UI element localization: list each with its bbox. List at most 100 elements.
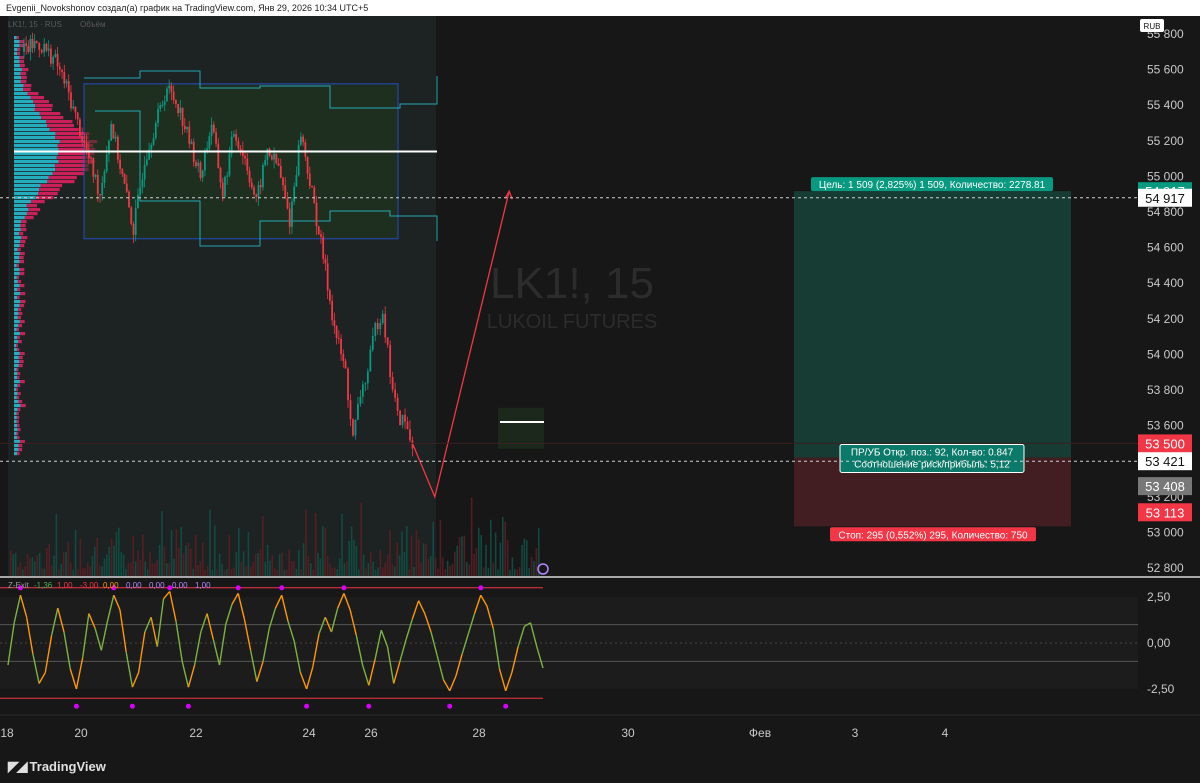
- profile-bar-sell: [46, 120, 73, 124]
- stop-label-text: Стоп: 295 (0,552%) 295, Количество: 750: [838, 530, 1028, 541]
- candle-body: [275, 153, 278, 164]
- candle-body: [116, 136, 119, 160]
- volume-bar: [394, 566, 396, 576]
- oscillator-signal-bottom: [503, 703, 509, 709]
- pnl-label-text: ПР/УБ Откр. поз.: 92, Кол-во: 0.847: [851, 447, 1014, 458]
- volume-bar: [379, 550, 382, 576]
- candle-body: [90, 157, 92, 159]
- candle-body: [92, 158, 95, 177]
- profile-bar-sell: [34, 108, 52, 112]
- candle-body: [293, 186, 296, 202]
- profile-bar-buy: [14, 252, 20, 256]
- oscillator-pane[interactable]: [0, 578, 1138, 714]
- profile-bar-buy: [14, 300, 21, 304]
- volume-bar: [209, 509, 211, 576]
- profile-bar-buy: [14, 140, 60, 144]
- profile-bar-sell: [20, 80, 27, 84]
- price-tick-label: 54 800: [1147, 205, 1184, 219]
- candle-body: [311, 186, 313, 188]
- profile-bar-buy: [14, 236, 22, 240]
- volume-bar: [180, 527, 182, 576]
- volume-bar: [106, 554, 108, 576]
- volume-bar: [314, 512, 317, 576]
- volume-bar: [526, 540, 528, 576]
- price-tick-label: 54 000: [1147, 347, 1184, 361]
- profile-bar-buy: [14, 120, 47, 124]
- volume-bar: [446, 560, 449, 576]
- profile-bar-buy: [14, 296, 18, 300]
- profile-bar-buy: [14, 308, 18, 312]
- volume-bar: [158, 544, 161, 576]
- candle-body: [27, 45, 30, 53]
- volume-bar: [461, 536, 463, 576]
- volume-bar: [346, 561, 348, 576]
- volume-bar: [468, 564, 470, 576]
- profile-bar-sell: [16, 344, 19, 348]
- candle-body: [52, 56, 55, 64]
- oscillator-tick-label: -2,50: [1147, 682, 1175, 696]
- profile-bar-buy: [14, 304, 20, 308]
- candle-body: [67, 81, 70, 93]
- chart-canvas[interactable]: Цель: 1 509 (2,825%) 1 509, Количество: …: [0, 16, 1200, 783]
- volume-bar: [444, 569, 446, 576]
- profile-bar-buy: [14, 72, 21, 76]
- target-label-text: Цель: 1 509 (2,825%) 1 509, Количество: …: [819, 180, 1046, 191]
- long-position-tool[interactable]: Цель: 1 509 (2,825%) 1 509, Количество: …: [794, 177, 1071, 542]
- candle-body: [123, 173, 126, 184]
- candle-body: [43, 43, 46, 53]
- volume-bar: [127, 562, 130, 576]
- profile-bar-buy: [14, 64, 20, 68]
- volume-bar: [228, 535, 230, 576]
- candle-body: [404, 414, 406, 422]
- candle-body: [246, 158, 249, 171]
- time-axis[interactable]: 18 20 22 24 26 28 30 Фев 3 4: [0, 726, 948, 740]
- candle-body: [70, 92, 72, 109]
- profile-bar-buy: [14, 316, 18, 320]
- price-tag-label: 53 500: [1145, 436, 1185, 451]
- oscillator-legend-value: 0,00: [172, 581, 188, 590]
- volume-bar: [271, 554, 274, 576]
- price-tick-label: 53 600: [1147, 419, 1184, 433]
- profile-bar-sell: [19, 256, 24, 260]
- volume-bar: [382, 567, 384, 576]
- candle-body: [369, 349, 372, 372]
- profile-bar-sell: [19, 284, 25, 288]
- candle-body: [58, 66, 61, 70]
- price-tick-label: 55 600: [1147, 63, 1184, 77]
- profile-bar-buy: [14, 192, 39, 196]
- volume-bar: [420, 562, 422, 576]
- profile-bar-sell: [17, 316, 21, 320]
- time-tick-label: 28: [472, 726, 486, 740]
- volume-bar: [170, 530, 173, 576]
- price-axis[interactable]: 55 80055 60055 40055 20055 00054 80054 6…: [1138, 16, 1200, 715]
- profile-bar-buy: [14, 92, 28, 96]
- candle-body: [143, 164, 146, 180]
- candle-body: [308, 173, 311, 187]
- profile-bar-sell: [17, 336, 20, 340]
- profile-bar-sell: [16, 36, 19, 40]
- volume-bar: [278, 554, 281, 576]
- candle-body: [112, 124, 115, 139]
- candle-body: [326, 263, 329, 291]
- volume-bar: [48, 544, 50, 576]
- profile-bar-sell: [35, 104, 53, 108]
- volume-bar: [185, 545, 187, 576]
- volume-bar: [74, 529, 77, 576]
- candle-body: [23, 43, 25, 52]
- time-tick-label: 26: [364, 726, 378, 740]
- candle-body: [409, 429, 411, 441]
- volume-bar: [466, 561, 468, 576]
- profile-bar-sell: [52, 172, 84, 176]
- candle-body: [96, 174, 99, 195]
- time-tick-label: 3: [852, 726, 859, 740]
- volume-bar: [451, 563, 454, 576]
- volume-bar: [202, 542, 204, 576]
- profile-bar-sell: [16, 432, 19, 436]
- profile-bar-sell: [16, 420, 19, 424]
- time-tick-label: 22: [189, 726, 203, 740]
- volume-bar: [358, 569, 360, 576]
- profile-bar-buy: [14, 452, 18, 456]
- profile-bar-sell: [39, 188, 60, 192]
- candle-body: [157, 108, 159, 124]
- candle-body: [364, 383, 367, 385]
